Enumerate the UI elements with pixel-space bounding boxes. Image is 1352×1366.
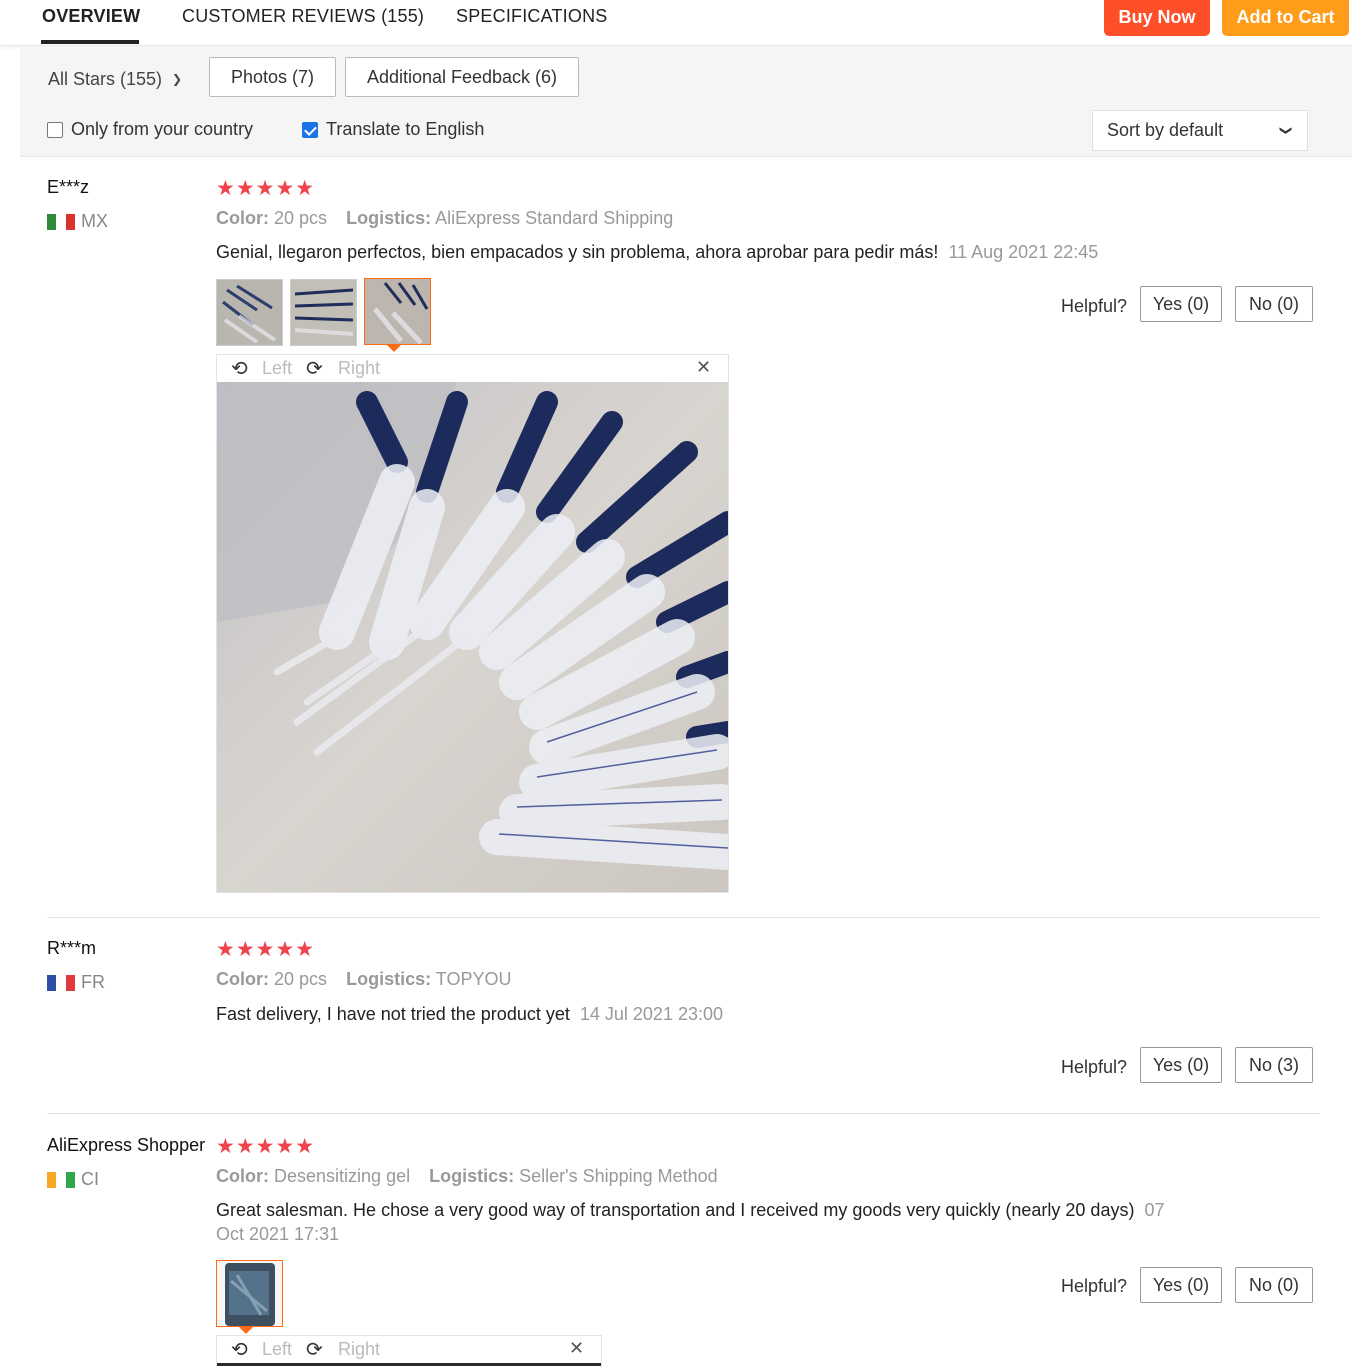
- review-photo-thumb[interactable]: [216, 279, 283, 346]
- review-body: Genial, llegaron perfectos, bien empacad…: [216, 242, 939, 262]
- helpful-no-button[interactable]: No (0): [1235, 1267, 1313, 1303]
- review-meta: Color: Desensitizing gel Logistics: Sell…: [216, 1166, 718, 1187]
- reviewer-name: E***z: [47, 177, 90, 197]
- color-value: 20 pcs: [274, 969, 328, 989]
- selected-thumb-caret: [387, 345, 401, 352]
- logistics-label: Logistics:: [346, 969, 432, 989]
- syringe-photo-icon: [217, 280, 282, 345]
- helpful-yes-button[interactable]: Yes (0): [1140, 286, 1222, 322]
- helpful-label: Helpful?: [1061, 1276, 1128, 1296]
- checkbox-checked-icon: [302, 121, 318, 138]
- rotate-right-label[interactable]: Right: [338, 1339, 380, 1360]
- cote-divoire-flag-icon: [47, 1171, 75, 1188]
- checkbox-icon: [47, 121, 63, 138]
- review-text: Fast delivery, I have not tried the prod…: [216, 1002, 1196, 1026]
- package-photo-icon: [217, 1261, 282, 1326]
- review-meta: Color: 20 pcs Logistics: AliExpress Stan…: [216, 208, 673, 229]
- helpful-yes-button[interactable]: Yes (0): [1140, 1267, 1222, 1303]
- only-country-checkbox[interactable]: Only from your country: [47, 119, 253, 140]
- reviewer-country: FR: [47, 972, 105, 993]
- photo-viewer: ⟲ Left ⟳ Right ✕: [216, 354, 729, 893]
- review-text: Genial, llegaron perfectos, bien empacad…: [216, 240, 1196, 264]
- color-value: 20 pcs: [274, 208, 328, 228]
- logistics-label: Logistics:: [346, 208, 432, 228]
- color-label: Color:: [216, 1166, 269, 1186]
- review-text: Great salesman. He chose a very good way…: [216, 1198, 1186, 1246]
- logistics-value: AliExpress Standard Shipping: [435, 208, 674, 228]
- review-date: 11 Aug 2021 22:45: [948, 242, 1099, 262]
- reviewer-country: MX: [47, 211, 108, 232]
- star-rating: ★★★★★: [216, 1135, 316, 1158]
- active-tab-underline: [41, 40, 139, 44]
- star-rating: ★★★★★: [216, 177, 316, 200]
- helpful-no-button[interactable]: No (3): [1235, 1047, 1313, 1083]
- photo-viewer: ⟲ Left ⟳ Right ✕: [216, 1335, 602, 1366]
- logistics-value: TOPYOU: [435, 969, 512, 989]
- helpful-label: Helpful?: [1061, 296, 1128, 316]
- reviewer-name: AliExpress Shopper: [47, 1135, 206, 1155]
- tab-specifications[interactable]: SPECIFICATIONS: [456, 6, 608, 27]
- review-date: 14 Jul 2021 23:00: [579, 1004, 723, 1024]
- only-country-label: Only from your country: [71, 119, 254, 139]
- mexico-flag-icon: [47, 213, 75, 230]
- additional-feedback-button[interactable]: Additional Feedback (6): [345, 57, 579, 97]
- tab-customer-reviews[interactable]: CUSTOMER REVIEWS (155): [182, 6, 424, 27]
- rotate-right-label[interactable]: Right: [338, 358, 380, 379]
- photo-viewer-toolbar: ⟲ Left ⟳ Right ✕: [217, 1336, 601, 1363]
- rotate-left-label[interactable]: Left: [262, 1339, 292, 1360]
- review-photo-thumb[interactable]: [290, 279, 357, 346]
- buy-now-button[interactable]: Buy Now: [1104, 0, 1210, 36]
- country-code: CI: [81, 1169, 99, 1189]
- review-filter-bar: All Stars (155) ❯ Photos (7) Additional F…: [20, 47, 1352, 157]
- sort-label: Sort by default: [1107, 120, 1224, 140]
- logistics-value: Seller's Shipping Method: [519, 1166, 718, 1186]
- sort-select[interactable]: Sort by default ❯: [1092, 110, 1308, 151]
- review-body: Fast delivery, I have not tried the prod…: [216, 1004, 570, 1024]
- review-divider: [47, 1113, 1320, 1114]
- all-stars-dropdown[interactable]: All Stars (155) ❯: [48, 69, 182, 90]
- close-icon[interactable]: ✕: [696, 357, 711, 378]
- review-photo-large: [217, 382, 728, 892]
- translate-label: Translate to English: [326, 119, 485, 139]
- helpful-label: Helpful?: [1061, 1057, 1128, 1077]
- helpful-no-button[interactable]: No (0): [1235, 286, 1313, 322]
- helpful-yes-button[interactable]: Yes (0): [1140, 1047, 1222, 1083]
- review-meta: Color: 20 pcs Logistics: TOPYOU: [216, 969, 511, 990]
- color-label: Color:: [216, 208, 269, 228]
- top-nav: OVERVIEW CUSTOMER REVIEWS (155) SPECIFIC…: [0, 0, 1352, 46]
- syringe-photo-icon: [365, 279, 430, 344]
- all-stars-label: All Stars (155): [48, 69, 163, 89]
- tab-overview[interactable]: OVERVIEW: [42, 6, 140, 27]
- star-rating: ★★★★★: [216, 938, 316, 961]
- photos-filter-button[interactable]: Photos (7): [209, 57, 336, 97]
- chevron-down-icon: ❯: [172, 72, 183, 86]
- reviewer-name: R***m: [47, 938, 97, 958]
- review-photo-thumb-selected[interactable]: [216, 1260, 283, 1327]
- syringe-photo-icon: [291, 280, 356, 345]
- rotate-right-icon[interactable]: ⟳: [306, 356, 323, 381]
- rotate-left-icon[interactable]: ⟲: [231, 1337, 248, 1362]
- country-code: MX: [81, 211, 108, 231]
- photo-viewer-toolbar: ⟲ Left ⟳ Right ✕: [217, 355, 728, 382]
- color-label: Color:: [216, 969, 269, 989]
- logistics-label: Logistics:: [429, 1166, 515, 1186]
- translate-checkbox[interactable]: Translate to English: [302, 119, 484, 140]
- add-to-cart-button[interactable]: Add to Cart: [1222, 0, 1349, 36]
- country-code: FR: [81, 972, 105, 992]
- rotate-left-label[interactable]: Left: [262, 358, 292, 379]
- color-value: Desensitizing gel: [274, 1166, 411, 1186]
- rotate-left-icon[interactable]: ⟲: [231, 356, 248, 381]
- close-icon[interactable]: ✕: [569, 1338, 584, 1359]
- chevron-down-icon: ❯: [1279, 125, 1294, 136]
- selected-thumb-caret: [239, 1327, 253, 1334]
- reviewer-country: CI: [47, 1169, 99, 1190]
- review-photo-thumb-selected[interactable]: [364, 278, 431, 345]
- france-flag-icon: [47, 974, 75, 991]
- rotate-right-icon[interactable]: ⟳: [306, 1337, 323, 1362]
- review-body: Great salesman. He chose a very good way…: [216, 1200, 1135, 1220]
- review-divider: [47, 917, 1320, 918]
